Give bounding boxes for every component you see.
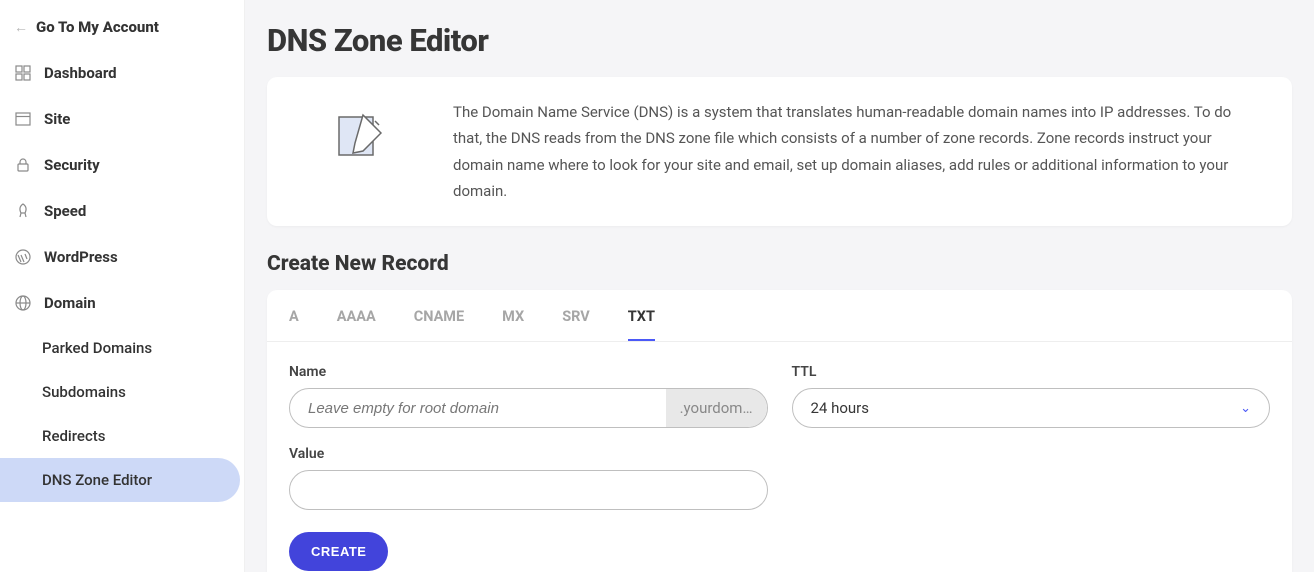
wordpress-icon xyxy=(14,248,32,266)
create-record-card: A AAAA CNAME MX SRV TXT Name .yourdom… V… xyxy=(267,290,1292,572)
sidebar-item-label: Domain xyxy=(44,294,96,312)
sidebar-item-wordpress[interactable]: WordPress xyxy=(0,234,244,280)
name-label: Name xyxy=(289,364,768,380)
main-content: DNS Zone Editor The Domain Name Service … xyxy=(245,0,1314,572)
name-input[interactable] xyxy=(290,389,666,427)
sidebar-item-label: Security xyxy=(44,156,100,174)
arrow-left-icon: ← xyxy=(14,19,28,36)
sidebar-subitem-redirects[interactable]: Redirects xyxy=(0,414,244,458)
tab-cname[interactable]: CNAME xyxy=(414,308,464,341)
account-link-label: Go To My Account xyxy=(36,18,159,36)
tab-txt[interactable]: TXT xyxy=(628,308,655,341)
sidebar-item-label: Dashboard xyxy=(44,64,117,82)
tab-mx[interactable]: MX xyxy=(502,308,524,341)
page-title: DNS Zone Editor xyxy=(267,22,1292,59)
sidebar-subitem-subdomains[interactable]: Subdomains xyxy=(0,370,244,414)
sidebar-subitem-dns-zone-editor[interactable]: DNS Zone Editor xyxy=(0,458,240,502)
sidebar-item-dashboard[interactable]: Dashboard xyxy=(0,50,244,96)
sidebar-item-site[interactable]: Site xyxy=(0,96,244,142)
sidebar-item-domain[interactable]: Domain xyxy=(0,280,244,326)
grid-icon xyxy=(14,64,32,82)
sidebar-item-label: Site xyxy=(44,110,70,128)
sidebar-subitem-label: Redirects xyxy=(42,427,106,445)
sidebar: ← Go To My Account Dashboard Site xyxy=(0,0,245,572)
ttl-selected-value: 24 hours xyxy=(811,399,870,417)
create-button[interactable]: CREATE xyxy=(289,532,388,571)
intro-card: The Domain Name Service (DNS) is a syste… xyxy=(267,77,1292,226)
tab-srv[interactable]: SRV xyxy=(562,308,590,341)
tab-aaaa[interactable]: AAAA xyxy=(337,308,376,341)
browser-icon xyxy=(14,110,32,128)
tab-a[interactable]: A xyxy=(289,308,299,341)
sidebar-subitem-parked-domains[interactable]: Parked Domains xyxy=(0,326,244,370)
globe-icon xyxy=(14,294,32,312)
ttl-select[interactable]: 24 hours ⌄ xyxy=(792,388,1271,428)
sidebar-item-label: WordPress xyxy=(44,248,118,266)
ttl-label: TTL xyxy=(792,364,1271,380)
domain-suffix: .yourdom… xyxy=(666,389,767,427)
sidebar-item-security[interactable]: Security xyxy=(0,142,244,188)
chevron-down-icon: ⌄ xyxy=(1240,401,1251,416)
lock-icon xyxy=(14,156,32,174)
sidebar-item-speed[interactable]: Speed xyxy=(0,188,244,234)
sidebar-subitem-label: Parked Domains xyxy=(42,339,152,357)
go-to-account-link[interactable]: ← Go To My Account xyxy=(0,8,244,50)
sidebar-subitem-label: DNS Zone Editor xyxy=(42,471,152,489)
rocket-icon xyxy=(14,202,32,220)
edit-document-icon xyxy=(295,99,425,161)
value-input[interactable] xyxy=(289,470,768,510)
sidebar-subitem-label: Subdomains xyxy=(42,383,126,401)
value-label: Value xyxy=(289,446,768,462)
name-input-group: .yourdom… xyxy=(289,388,768,428)
intro-text: The Domain Name Service (DNS) is a syste… xyxy=(453,99,1264,204)
section-title: Create New Record xyxy=(267,252,1292,276)
sidebar-item-label: Speed xyxy=(44,202,86,220)
record-type-tabs: A AAAA CNAME MX SRV TXT xyxy=(267,290,1292,342)
